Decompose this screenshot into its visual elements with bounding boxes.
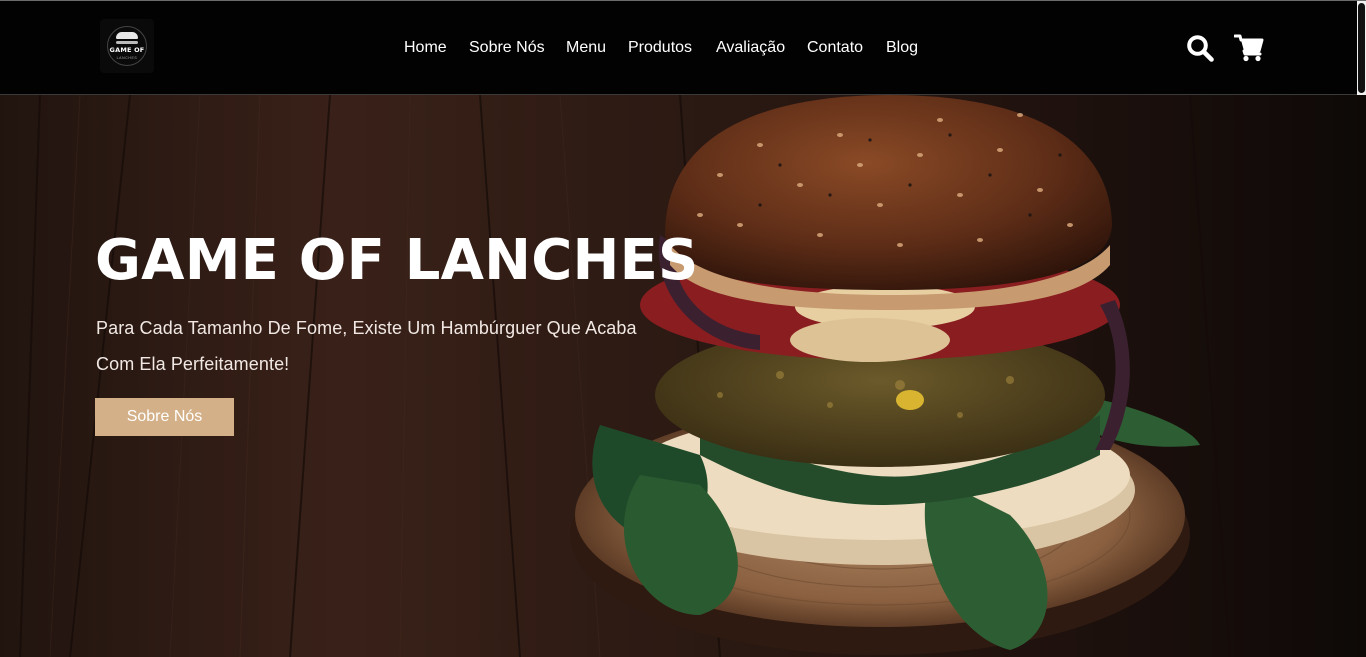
sobre-nos-button[interactable]: Sobre Nós xyxy=(95,398,234,436)
nav-item-menu[interactable]: Menu xyxy=(566,38,606,58)
nav-item-contato[interactable]: Contato xyxy=(807,38,863,58)
main-nav: Home Sobre Nós Menu Produtos Avaliação C… xyxy=(0,1,1366,96)
cart-button[interactable] xyxy=(1234,34,1264,62)
hero-title: GAME OF LANCHES xyxy=(95,228,699,293)
nav-item-sobre-nos[interactable]: Sobre Nós xyxy=(469,38,545,58)
nav-item-produtos[interactable]: Produtos xyxy=(628,38,692,58)
nav-item-blog[interactable]: Blog xyxy=(886,38,918,58)
nav-item-avaliacao[interactable]: Avaliação xyxy=(716,38,785,58)
shopping-cart-icon xyxy=(1234,34,1264,62)
scrollbar-track[interactable] xyxy=(1357,1,1366,96)
hero-subtitle: Para Cada Tamanho De Fome, Existe Um Ham… xyxy=(96,318,637,374)
navbar: GAME OF LANCHES Home Sobre Nós Menu Prod… xyxy=(0,0,1366,96)
nav-item-home[interactable]: Home xyxy=(404,38,447,58)
scrollbar-thumb[interactable] xyxy=(1358,3,1365,93)
hero-section: GAME OF LANCHES Para Cada Tamanho De Fom… xyxy=(0,95,1366,657)
search-button[interactable] xyxy=(1186,34,1214,62)
search-icon xyxy=(1187,35,1214,62)
